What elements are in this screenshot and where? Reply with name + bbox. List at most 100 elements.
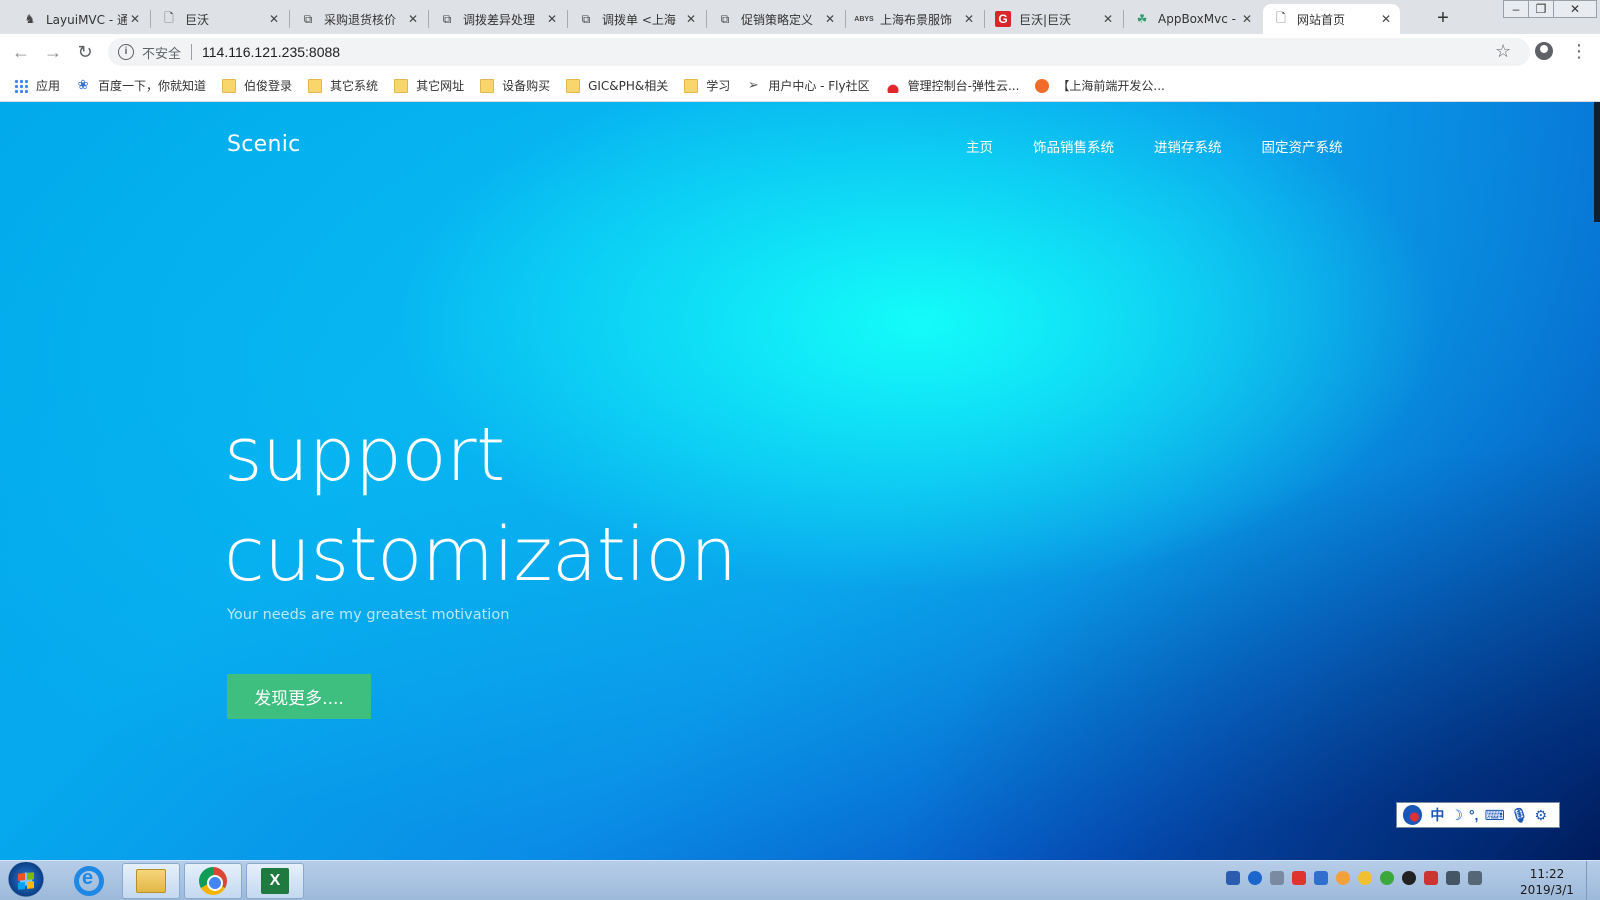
microphone-icon[interactable]: 🎙 <box>1511 807 1529 824</box>
tab-juwo-g[interactable]: G 巨沃|巨沃 ✕ <box>985 4 1122 34</box>
new-tab-button[interactable]: + <box>1430 5 1456 31</box>
abys-logo-icon: ABYS <box>854 15 874 23</box>
hero-title-line2: customization <box>224 512 737 598</box>
orange-circle-icon <box>1035 78 1050 93</box>
web-page-hero: Scenic 主页 饰品销售系统 进销存系统 固定资产系统 support cu… <box>0 102 1600 860</box>
nav-accessory-sales[interactable]: 饰品销售系统 <box>1033 136 1114 156</box>
browser-toolbar: ← → ↻ i 不安全 114.116.121.235:8088 ☆ ⋮ <box>0 34 1600 70</box>
tab-promotion[interactable]: ⧉ 促销策略定义 ✕ <box>707 4 844 34</box>
ime-logo-icon <box>1403 805 1423 825</box>
close-icon[interactable]: ✕ <box>822 12 838 26</box>
hero-subtitle: Your needs are my greatest motivation <box>227 607 510 623</box>
forward-arrow-icon[interactable]: → <box>41 40 65 64</box>
help-icon[interactable] <box>1248 871 1262 885</box>
ime-mode-label[interactable]: 中 <box>1430 805 1444 825</box>
wechat-icon[interactable] <box>1380 871 1394 885</box>
bookmark-folder-bojun[interactable]: 伯俊登录 <box>222 77 292 94</box>
paper-plane-icon: ➢ <box>747 77 759 93</box>
orange-tray-icon[interactable] <box>1336 871 1350 885</box>
close-icon[interactable]: ✕ <box>127 12 143 26</box>
info-icon[interactable]: i <box>118 44 134 60</box>
kebab-menu-icon[interactable]: ⋮ <box>1570 40 1588 62</box>
file-explorer-icon <box>136 869 166 893</box>
ime-tray-icon[interactable] <box>1226 871 1240 885</box>
keyboard-icon[interactable]: ⌨ <box>1484 807 1504 824</box>
network-icon[interactable] <box>1446 871 1460 885</box>
address-separator <box>191 44 193 60</box>
bookmark-folder-equipment[interactable]: 设备购买 <box>480 77 550 94</box>
taskbar-ie[interactable] <box>60 863 118 899</box>
bookmark-folder-study[interactable]: 学习 <box>684 77 730 94</box>
tab-layuimvc[interactable]: ♞ LayuiMVC - 通 ✕ <box>12 4 149 34</box>
arrow-up-icon[interactable] <box>1270 871 1284 885</box>
page-scrollbar[interactable] <box>1594 102 1600 222</box>
bookmark-folder-other-sites[interactable]: 其它网址 <box>394 77 464 94</box>
close-window-button[interactable]: ✕ <box>1553 0 1597 18</box>
close-icon[interactable]: ✕ <box>405 12 421 26</box>
folder-icon <box>566 78 581 93</box>
taskbar-chrome[interactable] <box>184 863 242 899</box>
url-text[interactable]: 114.116.121.235:8088 <box>202 44 340 60</box>
start-button[interactable] <box>4 862 48 900</box>
nav-fixed-assets[interactable]: 固定资产系统 <box>1262 136 1343 156</box>
close-icon[interactable]: ✕ <box>1100 12 1116 26</box>
close-icon[interactable]: ✕ <box>1239 12 1255 26</box>
moon-icon[interactable]: ☽ <box>1450 807 1463 824</box>
reload-icon[interactable]: ↻ <box>73 40 97 64</box>
restore-button[interactable]: ❐ <box>1528 0 1554 18</box>
tab-appboxmvc[interactable]: ☘ AppBoxMvc - ✕ <box>1124 4 1261 34</box>
qq-icon[interactable] <box>1402 871 1416 885</box>
tab-homepage[interactable]: 🗋 网站首页 ✕ <box>1263 4 1400 34</box>
tab-title: 网站首页 <box>1297 12 1346 27</box>
close-icon[interactable]: ✕ <box>961 12 977 26</box>
bookmark-shanghai-frontend[interactable]: 【上海前端开发公... <box>1035 77 1165 94</box>
baidu-paw-icon: ❀ <box>77 77 89 93</box>
security-label[interactable]: 不安全 <box>142 43 181 62</box>
tab-title: 采购退货核价 <box>324 12 397 27</box>
shield-icon[interactable] <box>1314 871 1328 885</box>
excel-icon: X <box>261 868 289 894</box>
tab-purchase-return[interactable]: ⧉ 采购退货核价 ✕ <box>290 4 427 34</box>
folder-icon <box>308 78 323 93</box>
taskbar-explorer[interactable] <box>122 863 180 899</box>
bookmark-folder-other-systems[interactable]: 其它系统 <box>308 77 378 94</box>
doc-icon: ⧉ <box>581 11 591 26</box>
gear-icon[interactable]: ⚙ <box>1534 807 1547 824</box>
cloud-icon[interactable] <box>1292 871 1306 885</box>
flag-icon[interactable] <box>1424 871 1438 885</box>
bookmark-folder-gic[interactable]: GIC&PH&相关 <box>566 77 668 94</box>
taskbar-excel[interactable]: X <box>246 863 304 899</box>
nav-inventory[interactable]: 进销存系统 <box>1154 136 1222 156</box>
tab-shanghai-buj[interactable]: ABYS 上海布景服饰 ✕ <box>846 4 983 34</box>
bookmark-apps[interactable]: 应用 <box>14 77 60 94</box>
site-nav: 主页 饰品销售系统 进销存系统 固定资产系统 <box>966 136 1383 156</box>
profile-icon[interactable] <box>1535 42 1553 60</box>
discover-more-button[interactable]: 发现更多.... <box>227 674 371 719</box>
clock-time: 11:22 <box>1529 867 1565 881</box>
address-bar[interactable]: i 不安全 114.116.121.235:8088 <box>108 38 1530 66</box>
tab-transfer-order[interactable]: ⧉ 调拨单 <上海 ✕ <box>568 4 705 34</box>
tab-transfer-diff[interactable]: ⧉ 调拨差异处理 ✕ <box>429 4 566 34</box>
tab-title: 上海布景服饰 <box>880 12 953 27</box>
bookmark-star-icon[interactable]: ☆ <box>1495 41 1511 62</box>
close-icon[interactable]: ✕ <box>1378 12 1394 26</box>
taskbar-clock[interactable]: 11:22 2019/3/1 <box>1512 866 1582 898</box>
tab-juwo[interactable]: 🗋 巨沃 ✕ <box>151 4 288 34</box>
show-desktop-button[interactable] <box>1586 861 1600 900</box>
close-icon[interactable]: ✕ <box>544 12 560 26</box>
site-brand[interactable]: Scenic <box>227 132 301 157</box>
punctuation-icon[interactable]: °, <box>1469 807 1479 823</box>
close-icon[interactable]: ✕ <box>683 12 699 26</box>
tab-title: 调拨单 <上海 <box>602 12 676 27</box>
bookmark-fly-community[interactable]: ➢ 用户中心 - Fly社区 <box>746 77 870 94</box>
nav-home[interactable]: 主页 <box>966 136 993 156</box>
close-icon[interactable]: ✕ <box>266 12 282 26</box>
volume-icon[interactable] <box>1468 871 1482 885</box>
minimize-button[interactable]: – <box>1503 0 1529 18</box>
bookmark-baidu[interactable]: ❀ 百度一下，你就知道 <box>76 77 206 94</box>
chrome-tray-icon[interactable] <box>1358 871 1372 885</box>
back-arrow-icon[interactable]: ← <box>9 40 33 64</box>
ime-toolbar[interactable]: 中 ☽ °, ⌨ 🎙 ⚙ <box>1396 802 1560 828</box>
bookmark-huawei-console[interactable]: 管理控制台-弹性云... <box>885 77 1019 94</box>
hero-title-line1: support <box>224 412 505 498</box>
